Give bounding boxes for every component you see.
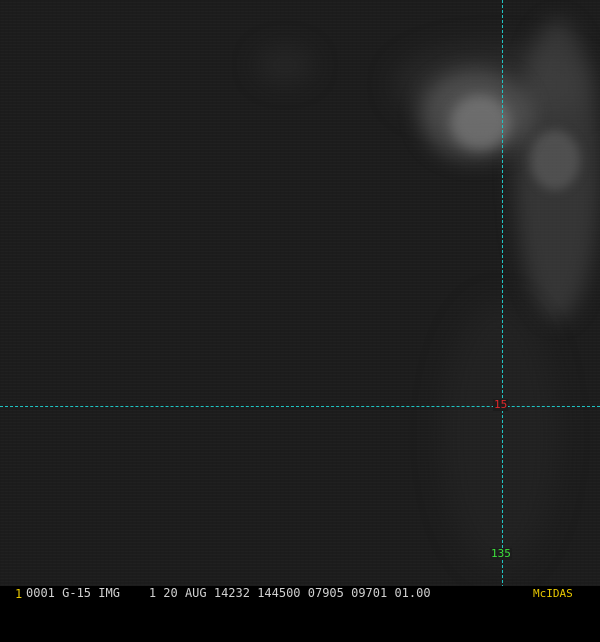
image-info-text: 0001 G-15 IMG 1 20 AUG 14232 144500 0790… (26, 586, 431, 600)
cloud-feature (450, 95, 510, 150)
cloud-feature (530, 130, 580, 190)
longitude-grid-line (502, 0, 503, 588)
cloud-feature (255, 45, 315, 85)
satellite-image-viewport[interactable]: 15 135 (0, 0, 600, 600)
latitude-grid-line (0, 406, 600, 407)
longitude-label: 135 (490, 547, 512, 560)
cloud-feature (440, 300, 560, 570)
frame-number: 1 (15, 587, 23, 601)
latitude-label: 15 (493, 398, 509, 411)
status-bar: 1 0001 G-15 IMG 1 20 AUG 14232 144500 07… (0, 586, 600, 601)
mcidas-brand-label: McIDAS (533, 587, 573, 600)
